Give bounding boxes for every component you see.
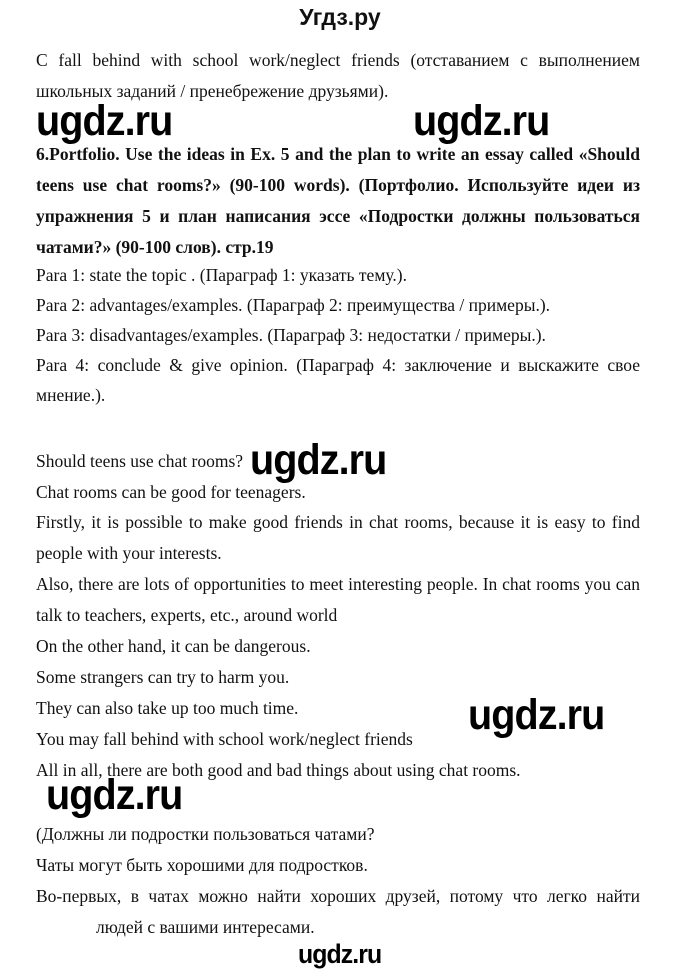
task-line: упражнения 5 и план написания эссе «Подр… [36, 206, 640, 226]
watermark: ugdz.ru [46, 771, 183, 819]
plan-line: Para 2: advantages/examples. (Параграф 2… [36, 295, 551, 315]
watermark: ugdz.ru [250, 436, 387, 484]
essay-line: Firstly, it is possible to make good fri… [36, 512, 640, 532]
translation-line: Во-первых, в чатах можно найти хороших д… [36, 886, 640, 906]
plan-line: Para 3: disadvantages/examples. (Парагра… [36, 325, 546, 345]
task-line: teens use chat rooms?» (90-100 words). (… [36, 175, 640, 195]
watermark-footer: ugdz.ru [298, 939, 382, 969]
essay-line: Also, there are lots of opportunities to… [36, 574, 640, 594]
intro-line: C fall behind with school work/neglect f… [36, 50, 640, 70]
translation-line: людей с вашими интересами. [96, 917, 315, 937]
translation-line: (Должны ли подростки пользоваться чатами… [36, 824, 375, 844]
task-line: чатами?» (90-100 слов). стр.19 [36, 237, 274, 257]
watermark: ugdz.ru [36, 97, 173, 145]
essay-line: You may fall behind with school work/neg… [36, 729, 413, 749]
translation-line: Чаты могут быть хорошими для подростков. [36, 855, 368, 875]
essay-line: talk to teachers, experts, etc., around … [36, 605, 338, 625]
essay-line: Chat rooms can be good for teenagers. [36, 482, 306, 502]
plan-line: Para 4: conclude & give opinion. (Парагр… [36, 355, 640, 375]
task-line: 6.Portfolio. Use the ideas in Ex. 5 and … [36, 144, 640, 164]
plan-line: Para 1: state the topic . (Параграф 1: у… [36, 265, 407, 285]
essay-line: Some strangers can try to harm you. [36, 667, 290, 687]
essay-line: On the other hand, it can be dangerous. [36, 636, 311, 656]
site-title: Угдз.ру [299, 4, 381, 30]
watermark: ugdz.ru [413, 97, 550, 145]
essay-line: people with your interests. [36, 543, 222, 563]
plan-line: мнение.). [36, 385, 106, 405]
